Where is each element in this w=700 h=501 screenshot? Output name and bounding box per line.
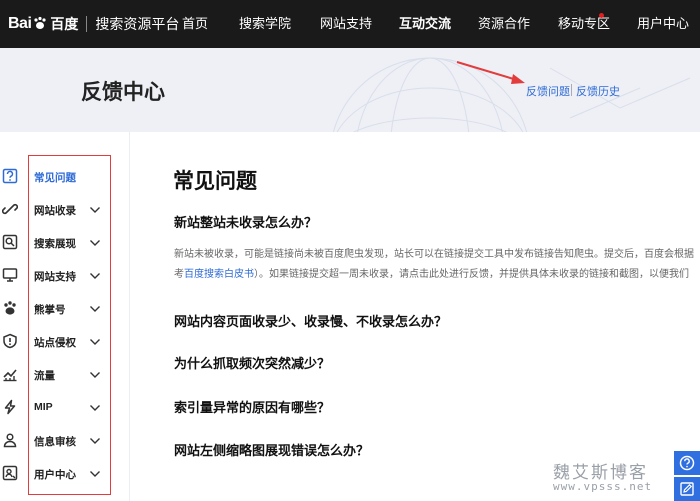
edit-icon xyxy=(680,482,694,496)
chevron-down-icon[interactable] xyxy=(89,271,101,281)
faq-question[interactable]: 为什么抓取频次突然减少？ xyxy=(174,353,330,372)
question-icon[interactable] xyxy=(2,168,18,184)
chevron-down-icon[interactable] xyxy=(89,238,101,248)
faq-answer-line: 新站未被收录，可能是链接尚未被百度爬虫发现，站长可以在链接提交工具中发布链接告知… xyxy=(174,249,694,260)
nav-mobile[interactable]: 移动专区 xyxy=(558,0,610,48)
faq-question[interactable]: 新站整站未收录怎么办？ xyxy=(174,212,317,231)
watermark-url: www.vpsss.net xyxy=(553,480,653,493)
monitor-icon[interactable] xyxy=(2,267,18,283)
faq-answer-line: 考百度搜索白皮书）。如果链接提交超一周未收录，请点击此处进行反馈，并提供具体未收… xyxy=(174,268,689,282)
sidebar-item-user-center[interactable]: 用户中心 xyxy=(34,467,76,482)
sidebar-item-info-review[interactable]: 信息审核 xyxy=(34,434,76,449)
nav-interaction[interactable]: 互动交流 xyxy=(399,0,451,48)
faq-answer-text: 考 xyxy=(174,269,184,280)
sidebar-item-site-indexing[interactable]: 网站收录 xyxy=(34,203,76,218)
chevron-down-icon[interactable] xyxy=(89,469,101,479)
logo-text-du: 百度 xyxy=(50,16,79,32)
whitepaper-link[interactable]: 百度搜索白皮书 xyxy=(184,269,254,280)
feedback-question-link[interactable]: 反馈问题 xyxy=(526,83,570,99)
nav-academy[interactable]: 搜索学院 xyxy=(239,0,291,48)
user-review-icon[interactable] xyxy=(2,432,18,448)
link-icon[interactable] xyxy=(2,201,18,217)
chevron-down-icon[interactable] xyxy=(89,436,101,446)
faq-question[interactable]: 索引量异常的原因有哪些？ xyxy=(174,397,330,416)
chart-icon[interactable] xyxy=(2,366,18,382)
bolt-icon[interactable] xyxy=(2,399,18,415)
content-divider xyxy=(129,132,130,501)
chevron-down-icon[interactable] xyxy=(89,304,101,314)
banner-title: 反馈中心 xyxy=(81,81,165,104)
banner-link-divider xyxy=(571,84,572,96)
help-icon xyxy=(679,455,695,471)
notification-dot xyxy=(599,13,604,18)
chevron-down-icon[interactable] xyxy=(89,403,101,413)
chevron-down-icon[interactable] xyxy=(89,337,101,347)
sidebar-item-xiongzhang[interactable]: 熊掌号 xyxy=(34,302,66,317)
paw-icon[interactable] xyxy=(2,300,18,316)
sidebar-item-mip[interactable]: MIP xyxy=(34,401,53,413)
sidebar-item-site-support[interactable]: 网站支持 xyxy=(34,269,76,284)
faq-question[interactable]: 网站内容页面收录少、收录慢、不收录怎么办？ xyxy=(174,311,447,330)
feedback-edit-button[interactable] xyxy=(674,477,700,501)
user-center-icon[interactable] xyxy=(2,465,18,481)
platform-title: 搜索资源平台 xyxy=(95,16,180,32)
nav-resource-cooperation[interactable]: 资源合作 xyxy=(478,0,530,48)
chevron-down-icon[interactable] xyxy=(89,370,101,380)
sidebar-item-traffic[interactable]: 流量 xyxy=(34,368,55,383)
faq-question[interactable]: 网站左侧缩略图展现错误怎么办？ xyxy=(174,440,369,459)
red-arrow-annotation xyxy=(456,61,525,84)
nav-home[interactable]: 首页 xyxy=(182,0,208,48)
nav-site-support[interactable]: 网站支持 xyxy=(320,0,372,48)
chevron-down-icon[interactable] xyxy=(89,205,101,215)
top-navbar: Bai 百度 搜索资源平台 首页 搜索学院 网站支持 互动交流 资源合作 移动专… xyxy=(0,0,700,48)
nav-user-center[interactable]: 用户中心 xyxy=(637,0,689,48)
paw-logo-icon xyxy=(32,15,48,34)
faq-answer-text: ）。如果链接提交超一周未收录，请点击此处进行反馈，并提供具体未收录的链接和截图，… xyxy=(254,269,689,280)
baidu-logo[interactable]: Bai 百度 搜索资源平台 xyxy=(8,12,179,36)
logo-divider xyxy=(86,16,88,32)
page-title: 常见问题 xyxy=(173,170,257,193)
feedback-banner: 反馈中心 反馈问题 反馈历史 xyxy=(0,48,700,132)
feedback-history-link[interactable]: 反馈历史 xyxy=(576,83,620,99)
alert-icon[interactable] xyxy=(2,333,18,349)
search-display-icon[interactable] xyxy=(2,234,18,250)
help-button[interactable] xyxy=(674,451,700,475)
sidebar-item-faq[interactable]: 常见问题 xyxy=(34,170,76,185)
sidebar-item-infringement[interactable]: 站点侵权 xyxy=(34,335,76,350)
sidebar-item-search-display[interactable]: 搜索展现 xyxy=(34,236,76,251)
logo-text-bai: Bai xyxy=(8,15,32,32)
